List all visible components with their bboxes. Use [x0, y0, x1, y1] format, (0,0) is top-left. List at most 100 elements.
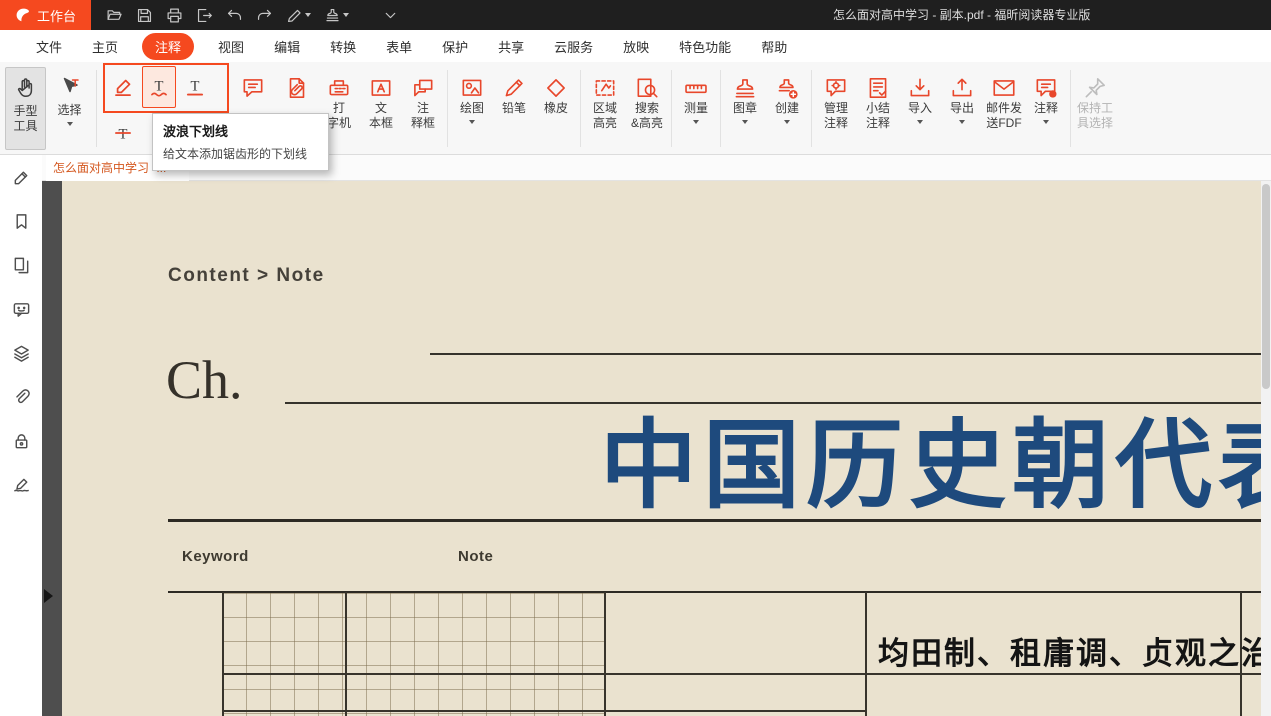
dropdown-caret-icon: [693, 120, 699, 124]
undo-button[interactable]: [226, 7, 243, 24]
email-fdf-label: 送FDF: [986, 116, 1021, 131]
ribbon-button-eraser[interactable]: 橡皮: [535, 64, 577, 153]
ribbon-button-pencil[interactable]: 铅笔: [493, 64, 535, 153]
pages-panel-button[interactable]: [0, 243, 42, 287]
export-label: 导出: [950, 101, 974, 116]
ribbon-separator: [811, 70, 812, 147]
ribbon-button-email-fdf[interactable]: 邮件发送FDF: [983, 64, 1025, 153]
keep-tool-selected-label: 具选择: [1077, 116, 1113, 131]
menu-item-8[interactable]: 保护: [442, 37, 468, 56]
menubar: 文件 主页 注释 视图 编辑 转换 表单 保护 共享 云服务 放映 特色功能 帮助: [0, 30, 1271, 62]
strikethrough-tool-button[interactable]: T: [106, 112, 140, 154]
attachments-panel-button[interactable]: [0, 375, 42, 419]
ribbon-button-search-highlight[interactable]: 搜索&高亮: [626, 64, 668, 153]
bookmarks-panel-button[interactable]: [0, 199, 42, 243]
ribbon-button-textbox[interactable]: 文本框: [360, 64, 402, 153]
redo-button[interactable]: [256, 7, 273, 24]
menu-item-4[interactable]: 视图: [218, 37, 244, 56]
chapter-label-text: Ch.: [166, 349, 243, 411]
print-button[interactable]: [166, 7, 183, 24]
document-main-title: 中国历史朝代表: [600, 386, 1261, 527]
menu-item-5[interactable]: 编辑: [274, 37, 300, 56]
ribbon-separator: [580, 70, 581, 147]
tooltip-description: 给文本添加锯齿形的下划线: [163, 145, 318, 162]
ribbon-button-callout[interactable]: 注释框: [402, 64, 444, 153]
ribbon-button-summarize-comments[interactable]: 小结注释: [857, 64, 899, 153]
document-viewport[interactable]: Content > Note Ch. 中国历史朝代表 Keyword Note …: [42, 181, 1261, 716]
ribbon-button-import[interactable]: 导入: [899, 64, 941, 153]
menu-item-9[interactable]: 共享: [498, 37, 524, 56]
comments-panel-button[interactable]: [0, 287, 42, 331]
area-highlight-label: 高亮: [593, 116, 617, 131]
export-page-icon: [196, 7, 213, 24]
ribbon-button-drawing[interactable]: 绘图: [451, 64, 493, 153]
tooltip-title: 波浪下划线: [163, 121, 318, 140]
ribbon-buttons: 打字机文本框注释框绘图铅笔橡皮区域高亮搜索&高亮测量图章创建管理注释小结注释导入…: [318, 64, 1116, 153]
redo-icon: [256, 7, 273, 24]
manage-comments-label: 注释: [824, 116, 848, 131]
drawing-label: 绘图: [460, 101, 484, 116]
summarize-comments-icon: [865, 75, 891, 101]
menu-item-11[interactable]: 放映: [623, 37, 649, 56]
attachment-button[interactable]: [275, 64, 319, 101]
menu-item-6[interactable]: 转换: [330, 37, 356, 56]
menu-item-13[interactable]: 帮助: [761, 37, 787, 56]
dropdown-caret-icon: [343, 13, 349, 17]
window-title: 怎么面对高中学习 - 副本.pdf - 福昕阅读器专业版: [833, 0, 1090, 30]
toolbar-options-button[interactable]: [382, 7, 399, 24]
hand-tool-button[interactable]: 手型 工具: [5, 67, 46, 150]
svg-text:T: T: [119, 126, 128, 142]
printer-icon: [166, 7, 183, 24]
layers-panel-button[interactable]: [0, 331, 42, 375]
scrollbar-thumb[interactable]: [1262, 184, 1270, 389]
workspace-label: 工作台: [37, 6, 76, 25]
menu-item-10[interactable]: 云服务: [554, 37, 593, 56]
select-annotation-button[interactable]: 选择: [49, 67, 90, 150]
email-fdf-icon: [991, 75, 1017, 101]
sticky-note-button[interactable]: [231, 64, 275, 101]
ruled-line: [430, 353, 1261, 355]
dropdown-caret-icon: [742, 120, 748, 124]
ruled-line: [168, 519, 1261, 522]
quick-stamp-button[interactable]: [324, 7, 349, 24]
annotation-pen-icon: [12, 168, 31, 187]
ribbon-button-create[interactable]: 创建: [766, 64, 808, 153]
quick-pen-button[interactable]: [286, 7, 311, 24]
highlight-tool-button[interactable]: [106, 66, 140, 108]
underline-tool-button[interactable]: T: [178, 66, 212, 108]
workspace-button[interactable]: 工作台: [0, 0, 91, 30]
menu-item-12[interactable]: 特色功能: [679, 37, 731, 56]
signature-panel-button[interactable]: [0, 463, 42, 507]
open-file-button[interactable]: [106, 7, 123, 24]
sticky-note-icon: [240, 75, 266, 101]
select-tool-label: 选择: [57, 103, 81, 118]
annotation-pen-button[interactable]: [0, 155, 42, 199]
foxit-reader-window: 工作台 怎么面对高中学习 - 副本.pdf - 福昕阅读器专业版 文件主页注释视…: [0, 0, 1271, 716]
ribbon-button-manage-comments[interactable]: 管理注释: [815, 64, 857, 153]
wavy-underline-tool-button[interactable]: T: [142, 66, 176, 108]
search-highlight-label: &高亮: [631, 116, 663, 131]
menu-item-2[interactable]: 主页: [92, 37, 118, 56]
menu-items: 文件 主页 注释 视图 编辑 转换 表单 保护 共享 云服务 放映 特色功能 帮助: [0, 30, 1271, 62]
security-panel-button[interactable]: [0, 419, 42, 463]
measure-icon: [683, 75, 709, 101]
ribbon-button-stamp[interactable]: 图章: [724, 64, 766, 153]
menu-item-3[interactable]: 注释: [142, 33, 194, 60]
ribbon-button-measure[interactable]: 测量: [675, 64, 717, 153]
bookmark-icon: [12, 212, 31, 231]
save-button[interactable]: [136, 7, 153, 24]
share-button[interactable]: [196, 7, 213, 24]
table-horizontal-line: [222, 673, 1261, 675]
measure-label: 测量: [684, 101, 708, 116]
callout-icon: [410, 75, 436, 101]
ribbon-button-comment[interactable]: 注释: [1025, 64, 1067, 153]
ribbon-button-export[interactable]: 导出: [941, 64, 983, 153]
tooltip: 波浪下划线 给文本添加锯齿形的下划线: [152, 113, 329, 171]
sidebar-expand-arrow[interactable]: [44, 589, 53, 603]
menu-item-7[interactable]: 表单: [386, 37, 412, 56]
menu-item-1[interactable]: 文件: [36, 37, 62, 56]
vertical-scrollbar[interactable]: [1261, 181, 1271, 716]
ribbon-button-area-highlight[interactable]: 区域高亮: [584, 64, 626, 153]
signature-icon: [12, 476, 31, 495]
titlebar: 工作台 怎么面对高中学习 - 副本.pdf - 福昕阅读器专业版: [0, 0, 1271, 30]
